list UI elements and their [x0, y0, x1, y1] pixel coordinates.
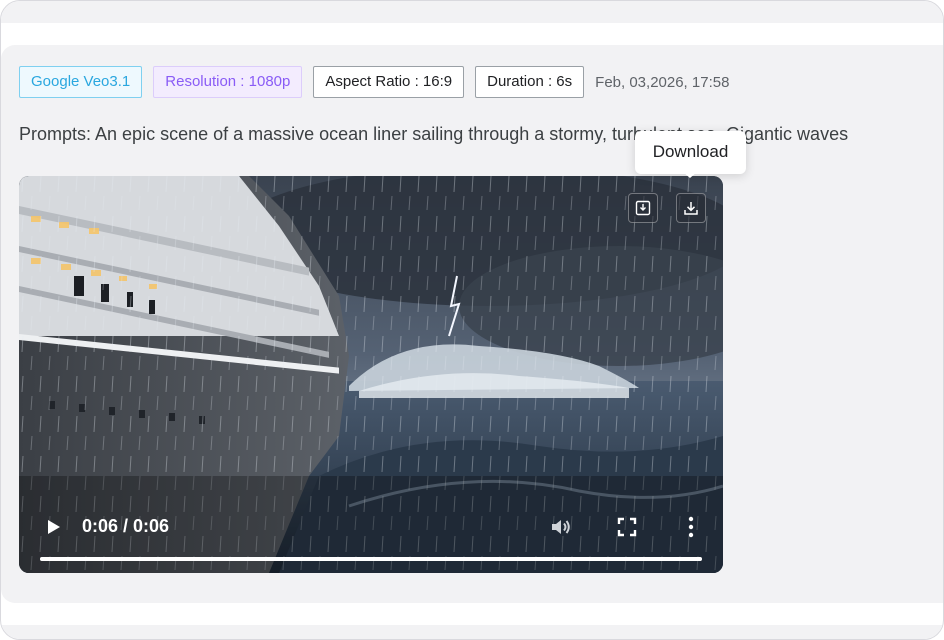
progress-fill	[40, 557, 702, 561]
more-vertical-icon[interactable]	[681, 515, 701, 539]
volume-icon[interactable]	[549, 515, 573, 539]
download-icon	[684, 202, 698, 215]
save-image-button[interactable]	[628, 193, 658, 223]
duration-tag: Duration : 6s	[475, 66, 585, 98]
download-button[interactable]	[676, 193, 706, 223]
aspect-ratio-tag: Aspect Ratio : 16:9	[313, 66, 465, 98]
video-player[interactable]: 0:06 / 0:06	[19, 176, 723, 573]
next-card-edge	[1, 625, 943, 639]
progress-bar[interactable]	[40, 557, 702, 561]
prompt-text: Prompts: An epic scene of a massive ocea…	[19, 124, 849, 144]
tooltip-arrow	[683, 172, 697, 178]
download-tooltip: Download	[635, 131, 746, 174]
model-tag: Google Veo3.1	[19, 66, 143, 98]
created-timestamp: Feb, 03,2026, 17:58	[595, 73, 730, 91]
previous-card-edge	[1, 1, 943, 23]
video-controls: 0:06 / 0:06	[19, 493, 723, 573]
resolution-tag: Resolution : 1080p	[153, 66, 303, 98]
save-image-icon	[635, 200, 651, 216]
fullscreen-icon[interactable]	[616, 516, 638, 538]
play-icon[interactable]	[43, 517, 63, 537]
playback-time: 0:06 / 0:06	[82, 516, 170, 536]
generation-tags: Google Veo3.1 Resolution : 1080p Aspect …	[19, 66, 729, 98]
